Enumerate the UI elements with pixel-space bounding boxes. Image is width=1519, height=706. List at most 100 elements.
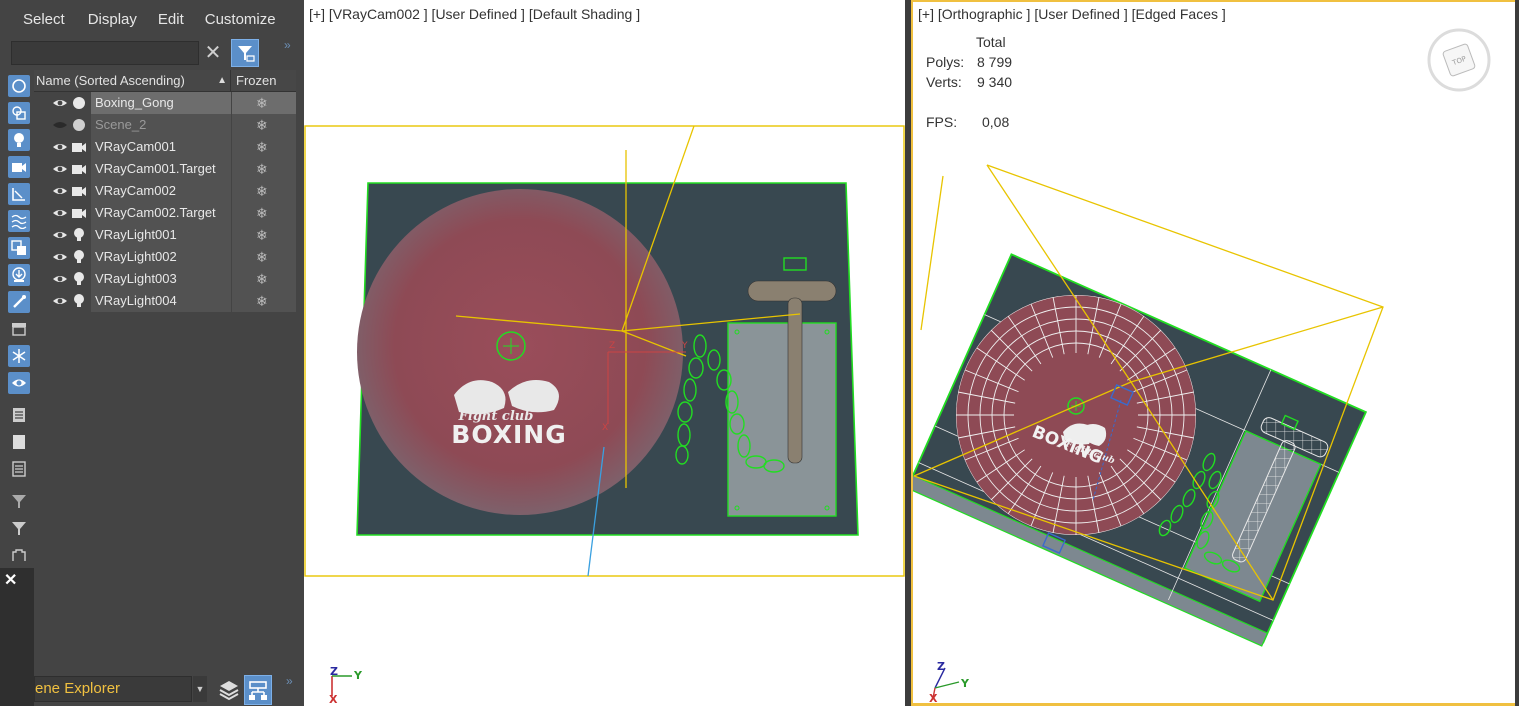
svg-text:X: X xyxy=(929,692,938,705)
row-icons xyxy=(34,92,91,114)
display-all-icon[interactable] xyxy=(8,404,30,426)
menu-display[interactable]: Display xyxy=(88,11,137,28)
snowflake-icon: ❄ xyxy=(256,183,268,199)
display-helpers-icon[interactable] xyxy=(8,183,30,205)
tree-row[interactable]: VRayLight004 ❄ xyxy=(34,290,296,312)
row-name[interactable]: VRayCam002.Target xyxy=(91,202,231,224)
row-name[interactable]: VRayLight001 xyxy=(91,224,231,246)
display-xrefs-icon[interactable] xyxy=(8,264,30,286)
explorer-dropdown-icon[interactable]: ▼ xyxy=(193,676,207,702)
camera-viewport[interactable]: Fight club BOXING Z Y X Z Y X [+] [VRayC… xyxy=(304,0,905,706)
sort-by-hierarchy-button[interactable] xyxy=(244,675,272,705)
display-bones-icon[interactable] xyxy=(8,291,30,313)
snowflake-icon: ❄ xyxy=(256,205,268,221)
scene-explorer-panel: Select Display Edit Customize ✕ » ✕ Name… xyxy=(0,0,302,706)
tree-row[interactable]: VRayCam002.Target ❄ xyxy=(34,202,296,224)
display-invert-icon[interactable] xyxy=(8,458,30,480)
display-geometry-icon[interactable] xyxy=(8,75,30,97)
row-frozen-cell[interactable]: ❄ xyxy=(232,268,296,290)
explorer-bottom-bar: ene Explorer ▼ » xyxy=(34,674,302,706)
stats-polys-label: Polys: xyxy=(926,54,965,70)
close-panel-icon[interactable]: ✕ xyxy=(4,570,17,590)
visibility-eye-icon[interactable] xyxy=(52,142,68,152)
row-name[interactable]: VRayCam001.Target xyxy=(91,158,231,180)
visibility-eye-icon[interactable] xyxy=(52,208,68,218)
row-frozen-cell[interactable]: ❄ xyxy=(232,136,296,158)
row-name[interactable]: Boxing_Gong xyxy=(91,92,231,114)
tree-row[interactable]: VRayLight001 ❄ xyxy=(34,224,296,246)
filter-preset-icon[interactable] xyxy=(8,490,30,512)
row-name[interactable]: Scene_2 xyxy=(91,114,231,136)
tree-row[interactable]: VRayCam002 ❄ xyxy=(34,180,296,202)
visibility-eye-icon[interactable] xyxy=(52,296,68,306)
sort-by-layer-button[interactable] xyxy=(216,676,242,704)
ortho-viewport-label[interactable]: [+] [Orthographic ] [User Defined ] [Edg… xyxy=(918,6,1226,22)
menu-select[interactable]: Select xyxy=(23,11,65,28)
row-icons xyxy=(34,224,91,246)
filter-selection-icon[interactable] xyxy=(8,544,30,566)
display-frozen-icon[interactable] xyxy=(8,345,30,367)
logo-line2: BOXING xyxy=(451,420,566,449)
hidden-eye-icon[interactable] xyxy=(52,120,68,130)
menu-edit[interactable]: Edit xyxy=(158,11,184,28)
snowflake-icon: ❄ xyxy=(256,95,268,111)
clear-search-button[interactable]: ✕ xyxy=(202,41,224,65)
row-name[interactable]: VRayLight002 xyxy=(91,246,231,268)
tree-row[interactable]: Boxing_Gong ❄ xyxy=(34,92,296,114)
row-name[interactable]: VRayCam002 xyxy=(91,180,231,202)
tree-row[interactable]: VRayCam001 ❄ xyxy=(34,136,296,158)
row-frozen-cell[interactable]: ❄ xyxy=(232,246,296,268)
row-frozen-cell[interactable]: ❄ xyxy=(232,290,296,312)
tree-row[interactable]: VRayLight002 ❄ xyxy=(34,246,296,268)
toggle-filter-button[interactable] xyxy=(231,39,259,67)
row-name[interactable]: VRayLight003 xyxy=(91,268,231,290)
display-cameras-icon[interactable] xyxy=(8,156,30,178)
row-frozen-cell[interactable]: ❄ xyxy=(232,224,296,246)
row-frozen-cell[interactable]: ❄ xyxy=(232,158,296,180)
visibility-eye-icon[interactable] xyxy=(52,230,68,240)
display-containers-icon[interactable] xyxy=(8,318,30,340)
camera-icon xyxy=(72,209,86,218)
row-frozen-cell[interactable]: ❄ xyxy=(232,92,296,114)
tree-rows: Boxing_Gong ❄ Scene_2 ❄ VRayCam001 ❄ VRayCam00… xyxy=(34,92,296,312)
display-none-icon[interactable] xyxy=(8,431,30,453)
svg-text:X: X xyxy=(602,423,608,433)
display-groups-icon[interactable] xyxy=(8,237,30,259)
viewport-divider[interactable] xyxy=(905,0,913,706)
row-frozen-cell[interactable]: ❄ xyxy=(232,114,296,136)
tree-row[interactable]: Scene_2 ❄ xyxy=(34,114,296,136)
camera-icon xyxy=(72,165,86,174)
row-frozen-cell[interactable]: ❄ xyxy=(232,180,296,202)
explorer-name-field[interactable]: ene Explorer xyxy=(34,676,192,702)
visibility-eye-icon[interactable] xyxy=(52,98,68,108)
filter-icon xyxy=(238,46,255,62)
mallet-handle xyxy=(787,297,803,464)
row-name[interactable]: VRayCam001 xyxy=(91,136,231,158)
ortho-world-axis-tripod: Z Y X xyxy=(929,660,970,705)
viewcube[interactable]: TOP xyxy=(1425,28,1493,92)
column-header-frozen[interactable]: Frozen xyxy=(231,70,295,91)
display-hidden-icon[interactable] xyxy=(8,372,30,394)
tree-row[interactable]: VRayLight003 ❄ xyxy=(34,268,296,290)
visibility-eye-icon[interactable] xyxy=(52,186,68,196)
visibility-eye-icon[interactable] xyxy=(52,164,68,174)
expand-panel-icon-bottom[interactable]: » xyxy=(286,674,293,688)
display-shapes-icon[interactable] xyxy=(8,102,30,124)
row-name[interactable]: VRayLight004 xyxy=(91,290,231,312)
filter-settings-icon[interactable] xyxy=(8,517,30,539)
search-row: ✕ » xyxy=(0,38,302,68)
search-input[interactable] xyxy=(11,41,199,65)
expand-panel-icon[interactable]: » xyxy=(284,38,291,52)
visibility-eye-icon[interactable] xyxy=(52,252,68,262)
light-bulb-icon xyxy=(74,228,84,241)
menu-customize[interactable]: Customize xyxy=(205,11,276,28)
camera-viewport-label[interactable]: [+] [VRayCam002 ] [User Defined ] [Defau… xyxy=(309,6,640,22)
plate-mesh xyxy=(727,322,837,517)
display-spacewarps-icon[interactable] xyxy=(8,210,30,232)
tree-row[interactable]: VRayCam001.Target ❄ xyxy=(34,158,296,180)
row-frozen-cell[interactable]: ❄ xyxy=(232,202,296,224)
display-lights-icon[interactable] xyxy=(8,129,30,151)
column-header-name[interactable]: Name (Sorted Ascending) ▲ xyxy=(34,70,231,91)
orthographic-viewport[interactable]: Fight club BOXING Z Y X [+] [Orthographi… xyxy=(913,0,1515,706)
visibility-eye-icon[interactable] xyxy=(52,274,68,284)
